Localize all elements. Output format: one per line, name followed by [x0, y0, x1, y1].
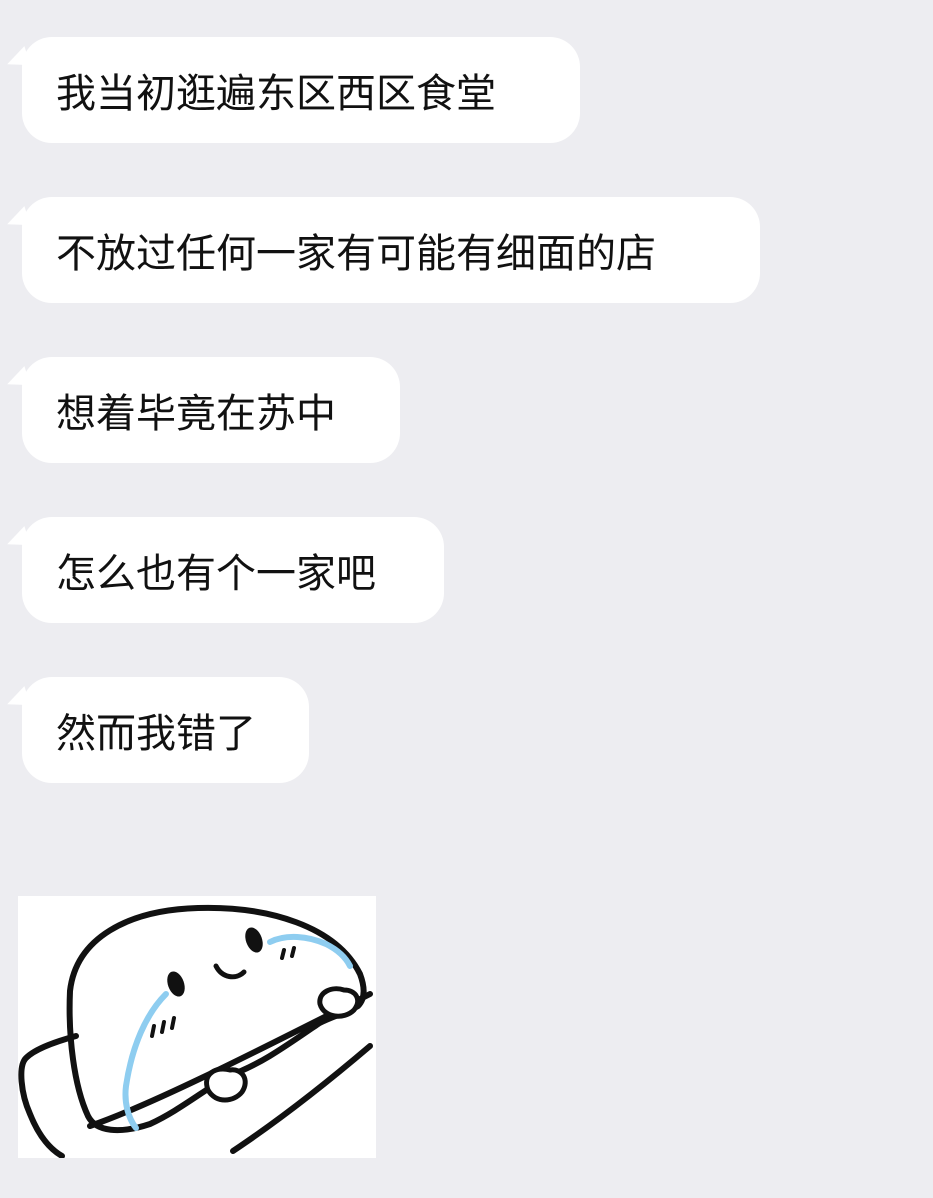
message-text: 我当初逛遍东区西区食堂 — [56, 71, 496, 117]
blush-mark — [170, 1016, 176, 1030]
pillow-outline — [18, 1033, 79, 1158]
message-text: 怎么也有个一家吧 — [56, 551, 376, 597]
blush-mark — [160, 1020, 166, 1034]
chat-bubble[interactable]: 我当初逛遍东区西区食堂 — [22, 37, 580, 143]
blush-mark — [150, 1024, 156, 1038]
message-text: 然而我错了 — [56, 711, 256, 757]
chat-bubble[interactable]: 怎么也有个一家吧 — [22, 517, 444, 623]
blush-mark — [290, 946, 296, 958]
right-hand — [317, 986, 361, 1019]
chat-bubble[interactable]: 不放过任何一家有可能有细面的店 — [22, 197, 760, 303]
crying-blob-sticker-icon — [18, 904, 373, 1158]
message-text: 不放过任何一家有可能有细面的店 — [56, 231, 656, 277]
blush-mark — [280, 948, 286, 960]
chat-bubble[interactable]: 想着毕竟在苏中 — [22, 357, 400, 463]
left-hand — [204, 1066, 248, 1103]
chat-message-list[interactable]: 我当初逛遍东区西区食堂 不放过任何一家有可能有细面的店 想着毕竟在苏中 怎么也有… — [0, 0, 933, 1198]
message-text: 想着毕竟在苏中 — [56, 391, 336, 437]
chat-bubble[interactable]: 然而我错了 — [22, 677, 309, 783]
sticker-message[interactable] — [18, 896, 376, 1158]
